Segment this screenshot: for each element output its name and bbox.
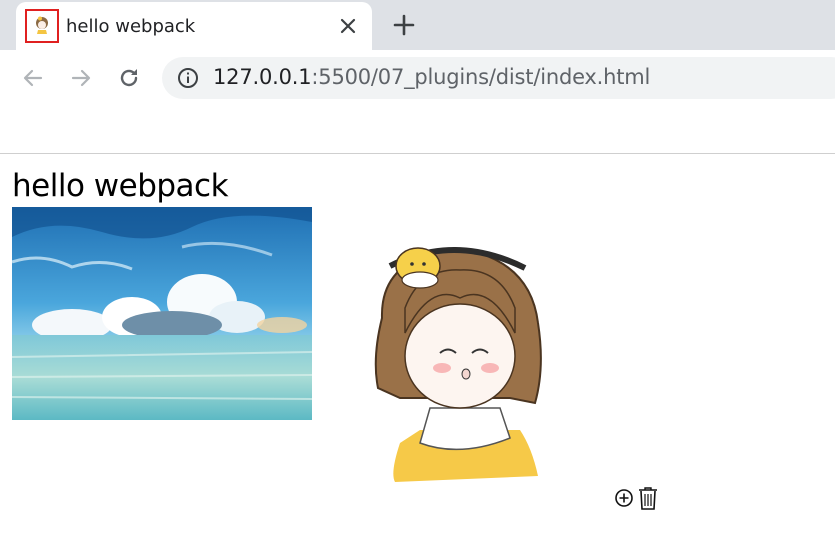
reload-icon[interactable] [117, 66, 141, 90]
zoom-in-icon[interactable] [614, 488, 634, 508]
plus-icon[interactable] [392, 13, 416, 37]
tab-strip: hello webpack [0, 0, 835, 50]
close-icon[interactable] [338, 16, 358, 36]
trash-icon[interactable] [637, 486, 659, 510]
favicon-highlight [25, 9, 59, 43]
info-icon[interactable] [177, 67, 199, 89]
url-text[interactable]: 127.0.0.1:5500/07_plugins/dist/index.htm… [213, 65, 650, 89]
active-tab[interactable]: hello webpack [16, 2, 372, 50]
url-path: :5500/07_plugins/dist/index.html [311, 65, 651, 89]
arrow-right-icon[interactable] [69, 66, 93, 90]
tab-title: hello webpack [66, 16, 196, 37]
url-host: 127.0.0.1 [213, 65, 312, 89]
viewport-divider [0, 153, 835, 154]
page-title: hello webpack [12, 168, 229, 204]
cartoon-girl-illustration [374, 246, 542, 482]
arrow-left-icon[interactable] [21, 66, 45, 90]
browser-toolbar: 127.0.0.1:5500/07_plugins/dist/index.htm… [0, 50, 835, 106]
sky-sea-landscape [12, 207, 312, 420]
girl-favicon-icon [36, 16, 48, 34]
address-bar[interactable]: 127.0.0.1:5500/07_plugins/dist/index.htm… [162, 57, 835, 99]
